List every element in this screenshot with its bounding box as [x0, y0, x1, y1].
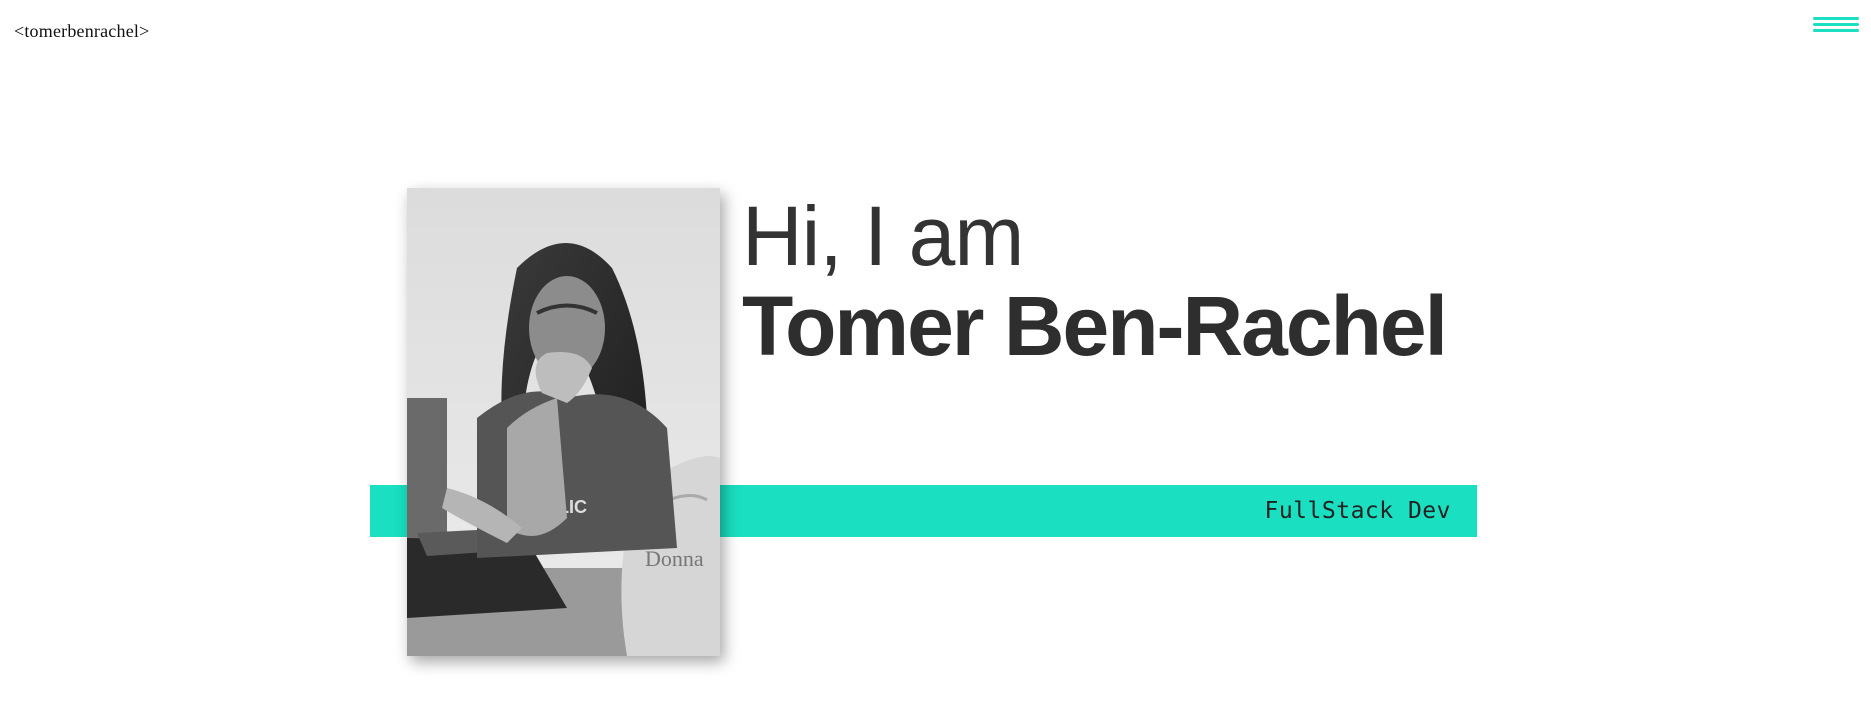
hero-greeting: Hi, I am	[742, 189, 1024, 283]
page: <tomerbenrachel> FullStack Dev Donna FLI…	[0, 0, 1871, 705]
hamburger-line	[1813, 29, 1859, 32]
hero-name: Tomer Ben-Rachel	[742, 279, 1448, 373]
hamburger-line	[1813, 17, 1859, 20]
bag-text: Donna	[645, 546, 704, 571]
hamburger-line	[1813, 23, 1859, 26]
site-logo[interactable]: <tomerbenrachel>	[14, 21, 149, 42]
profile-photo: Donna FLIC	[407, 188, 720, 656]
role-text: FullStack Dev	[1264, 498, 1451, 524]
hamburger-menu-button[interactable]	[1813, 14, 1859, 38]
